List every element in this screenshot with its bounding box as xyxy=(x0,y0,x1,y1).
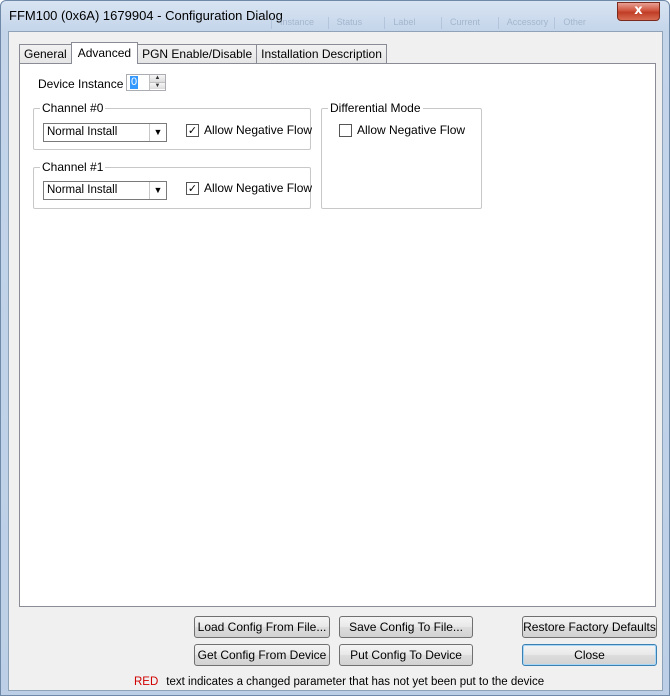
red-indicator-word: RED xyxy=(134,676,159,688)
ghost-header-cell: Accessory xyxy=(497,17,555,29)
ghost-header-cell: Status xyxy=(327,17,385,29)
channel1-install-mode-select[interactable]: Normal Install ▼ xyxy=(43,181,167,200)
window-close-button[interactable]: x xyxy=(617,2,660,21)
spinner-buttons: ▲ ▼ xyxy=(149,75,165,90)
dialog-client-area: General Advanced PGN Enable/Disable Inst… xyxy=(8,31,663,691)
differential-allow-negative-flow-label: Allow Negative Flow xyxy=(357,123,466,137)
title-bar[interactable]: FFM100 (0x6A) 1679904 - Configuration Di… xyxy=(1,1,669,31)
ghost-header-cell: Label xyxy=(384,17,441,29)
tab-pgn-enable-disable[interactable]: PGN Enable/Disable xyxy=(137,44,258,64)
checkmark-icon[interactable]: ✓ xyxy=(186,181,199,195)
checkmark-icon[interactable]: ✓ xyxy=(186,123,199,137)
tab-strip: General Advanced PGN Enable/Disable Inst… xyxy=(19,42,387,64)
ghost-header-cell: Instance xyxy=(271,17,328,29)
device-instance-spinner[interactable]: 0 ▲ ▼ xyxy=(126,74,166,91)
tab-general[interactable]: General xyxy=(19,44,72,64)
channel1-group-title: Channel #1 xyxy=(40,160,106,174)
channel0-group-title: Channel #0 xyxy=(40,101,106,115)
channel0-install-mode-select[interactable]: Normal Install ▼ xyxy=(43,123,167,142)
channel1-allow-negative-flow-checkbox[interactable]: ✓ Allow Negative Flow xyxy=(186,181,312,195)
advanced-tab-panel: Device Instance : 0 ▲ ▼ Channel #0 Norma… xyxy=(19,63,656,607)
channel0-allow-negative-flow-label: Allow Negative Flow xyxy=(204,123,313,137)
channel1-group: Channel #1 Normal Install ▼ ✓ Allow Nega… xyxy=(33,160,312,209)
device-instance-value[interactable]: 0 xyxy=(130,76,139,89)
differential-mode-group-title: Differential Mode xyxy=(328,101,423,115)
put-config-to-device-button[interactable]: Put Config To Device xyxy=(339,644,473,666)
differential-allow-negative-flow-checkbox[interactable]: Allow Negative Flow xyxy=(339,123,465,137)
close-button[interactable]: Close xyxy=(522,644,657,666)
spin-down-icon[interactable]: ▼ xyxy=(150,82,165,89)
chevron-down-icon[interactable]: ▼ xyxy=(149,124,166,141)
channel1-allow-negative-flow-label: Allow Negative Flow xyxy=(204,181,313,195)
get-config-from-device-button[interactable]: Get Config From Device xyxy=(194,644,330,666)
channel0-install-mode-value: Normal Install xyxy=(47,126,118,138)
load-config-from-file-button[interactable]: Load Config From File... xyxy=(194,616,330,638)
status-message-text: text indicates a changed parameter that … xyxy=(166,676,545,688)
tab-advanced[interactable]: Advanced xyxy=(70,42,139,64)
chevron-down-icon[interactable]: ▼ xyxy=(149,182,166,199)
channel0-group: Channel #0 Normal Install ▼ ✓ Allow Nega… xyxy=(33,101,312,150)
close-icon: x xyxy=(634,3,643,18)
window-title: FFM100 (0x6A) 1679904 - Configuration Di… xyxy=(9,8,283,23)
spin-up-icon[interactable]: ▲ xyxy=(150,75,165,82)
status-message: RED text indicates a changed parameter th… xyxy=(134,676,544,688)
restore-factory-defaults-button[interactable]: Restore Factory Defaults xyxy=(522,616,657,638)
background-list-header: Instance Status Label Current Accessory … xyxy=(271,17,611,29)
differential-mode-group: Differential Mode Allow Negative Flow xyxy=(321,101,482,209)
ghost-header-cell: Other xyxy=(554,17,611,29)
ghost-header-cell: Current xyxy=(441,17,498,29)
tab-installation-description[interactable]: Installation Description xyxy=(256,44,387,64)
channel1-install-mode-value: Normal Install xyxy=(47,184,118,196)
device-instance-label: Device Instance : xyxy=(38,77,131,91)
configuration-dialog-window: FFM100 (0x6A) 1679904 - Configuration Di… xyxy=(0,0,670,696)
unchecked-box-icon[interactable] xyxy=(339,123,352,137)
save-config-to-file-button[interactable]: Save Config To File... xyxy=(339,616,473,638)
channel0-allow-negative-flow-checkbox[interactable]: ✓ Allow Negative Flow xyxy=(186,123,312,137)
